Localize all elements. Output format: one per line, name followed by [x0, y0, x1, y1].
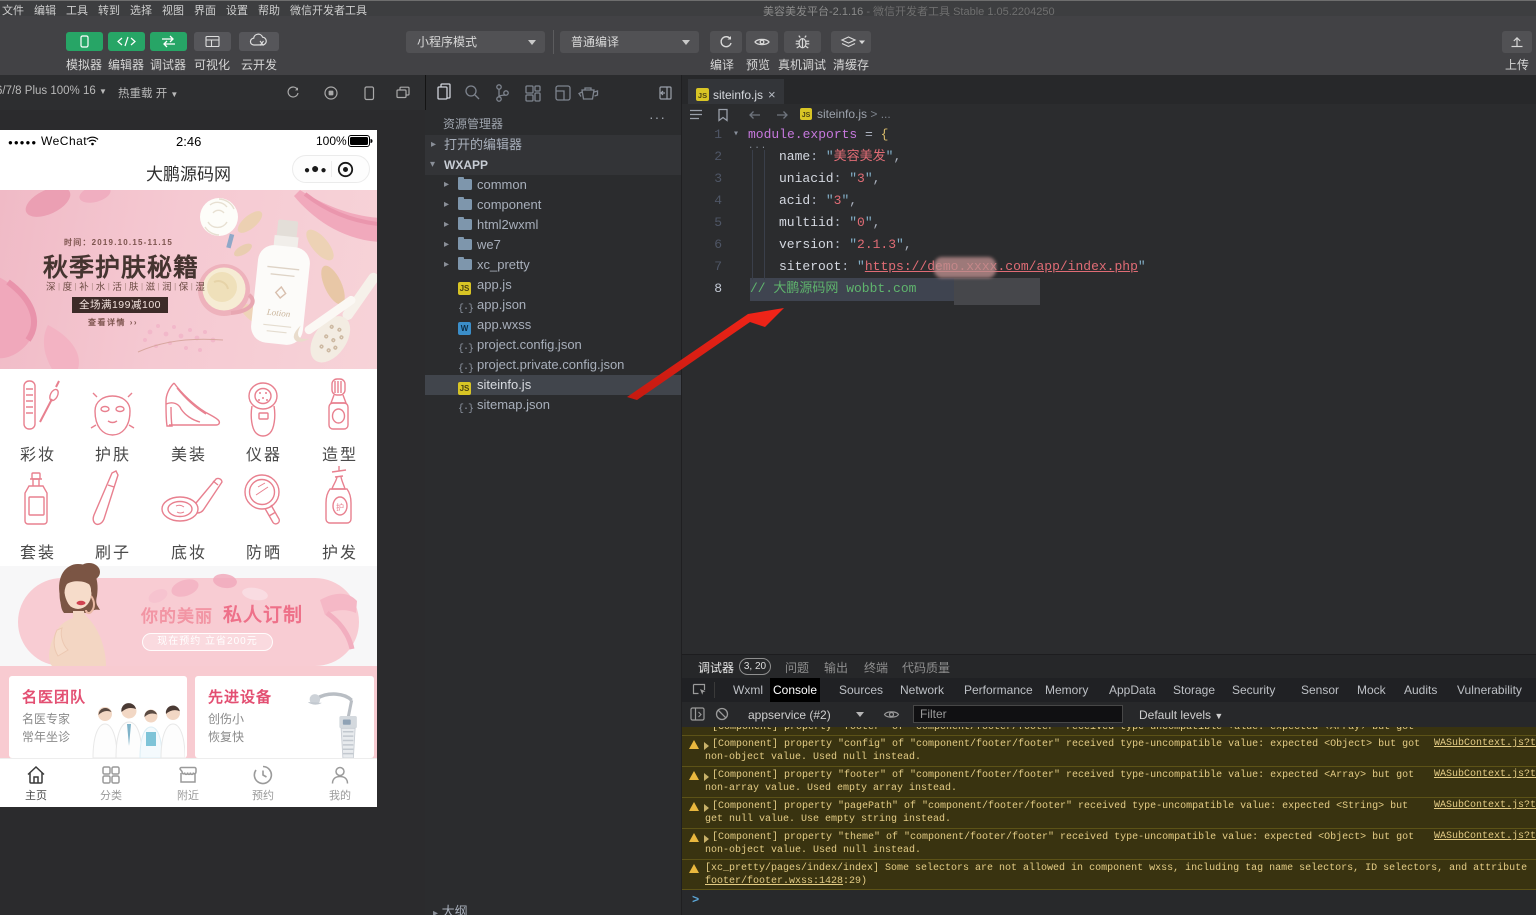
svg-text:JS: JS	[698, 91, 707, 100]
svg-text:JS: JS	[802, 112, 811, 119]
svg-text:护: 护	[336, 502, 344, 512]
